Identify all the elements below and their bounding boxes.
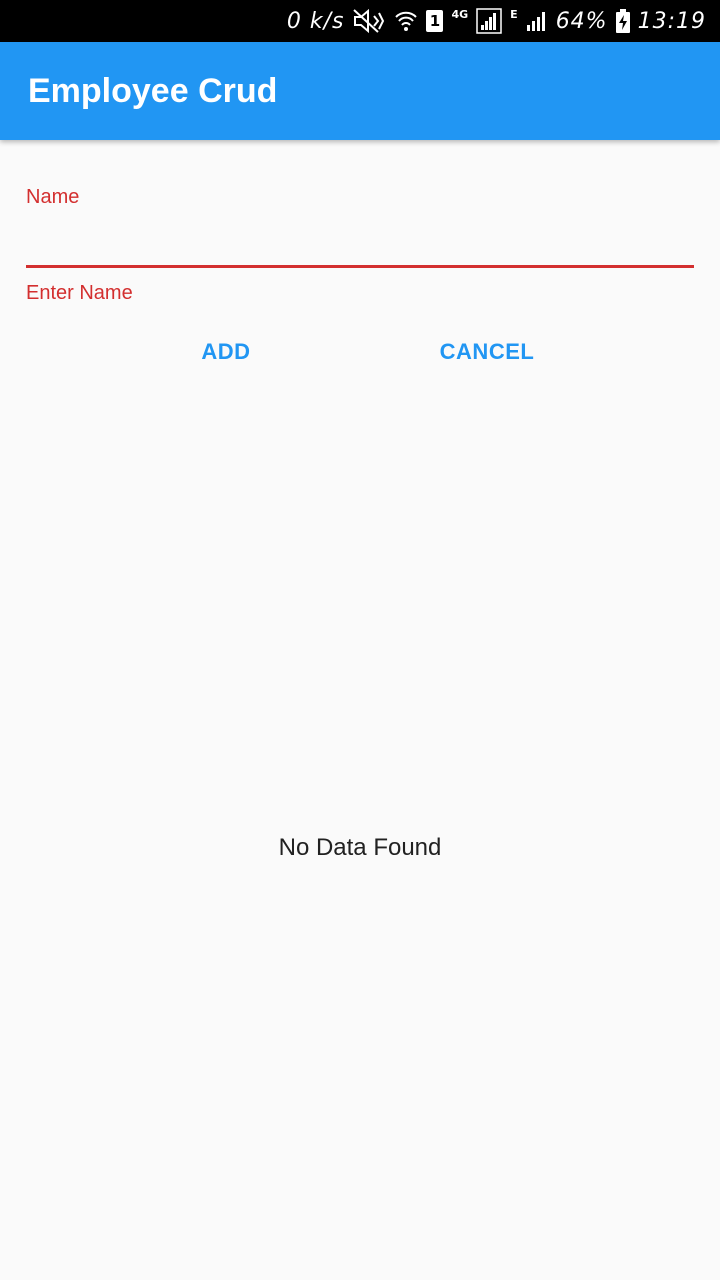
signal-icon bbox=[476, 8, 502, 34]
network-e-label: E bbox=[510, 8, 518, 21]
battery-percent: 64% bbox=[555, 8, 608, 34]
clock: 13:19 bbox=[637, 8, 706, 34]
name-error-text: Enter Name bbox=[26, 282, 133, 304]
empty-state-text: No Data Found bbox=[278, 834, 442, 861]
battery-charging-icon bbox=[615, 9, 630, 33]
add-button[interactable]: ADD bbox=[176, 330, 276, 374]
app-bar: Employee Crud bbox=[0, 42, 720, 140]
signal-icon bbox=[526, 10, 548, 32]
status-bar: 0 k/s 1 4G E 64% 13:19 bbox=[0, 0, 720, 42]
screen: 0 k/s 1 4G E 64% 13:19 Employee Crud Nam… bbox=[0, 0, 720, 1280]
wifi-icon bbox=[394, 8, 418, 34]
name-input[interactable] bbox=[26, 218, 694, 268]
cancel-button[interactable]: CANCEL bbox=[424, 330, 550, 374]
page-title: Employee Crud bbox=[28, 71, 278, 110]
network-4g-label: 4G bbox=[451, 8, 469, 21]
network-speed: 0 k/s bbox=[286, 8, 345, 34]
sim-icon: 1 bbox=[426, 10, 444, 32]
mute-icon bbox=[352, 8, 386, 34]
name-field-label: Name bbox=[26, 186, 80, 208]
name-field: Name Enter Name bbox=[26, 186, 694, 305]
